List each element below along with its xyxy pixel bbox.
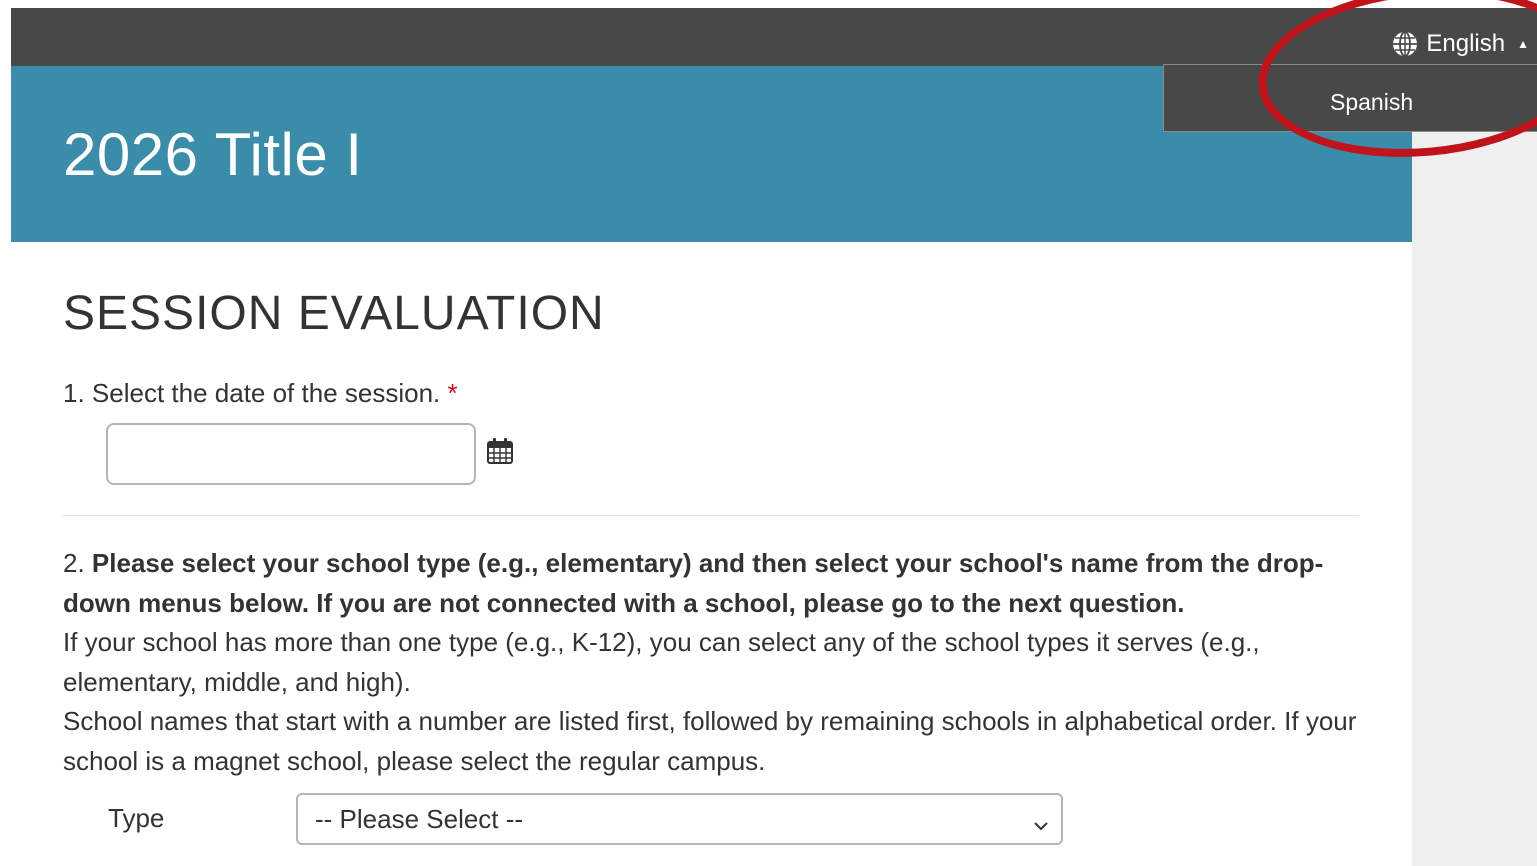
question-2-prompt: 2. Please select your school type (e.g.,… (63, 544, 1363, 623)
page-title: 2026 Title I (63, 121, 363, 188)
caret-up-icon: ▲ (1517, 37, 1529, 51)
school-type-select-value: -- Please Select -- (315, 803, 524, 834)
language-dropdown-menu: Spanish (1163, 64, 1537, 132)
globe-icon (1392, 31, 1418, 57)
language-selector[interactable]: English ▲ (1392, 28, 1529, 60)
required-marker: * (447, 378, 458, 408)
question-2-help-1: If your school has more than one type (e… (63, 627, 1260, 697)
left-gutter (0, 0, 11, 866)
chevron-down-icon (1033, 810, 1049, 841)
question-2: 2. Please select your school type (e.g.,… (63, 544, 1363, 781)
type-label: Type (108, 803, 165, 833)
page: English ▲ 2026 Title I Spanish SESSION E… (0, 0, 1537, 866)
question-1-label: 1. Select the date of the session. * (63, 378, 458, 409)
school-type-select[interactable]: -- Please Select -- (296, 793, 1063, 845)
question-1-number: 1. (63, 378, 85, 408)
question-1-text: Select the date of the session. (91, 378, 441, 408)
top-bar: English ▲ (11, 8, 1537, 66)
calendar-icon[interactable] (486, 437, 514, 465)
right-side-panel (1412, 66, 1537, 866)
language-current: English (1426, 30, 1506, 57)
section-title: SESSION EVALUATION (63, 287, 605, 340)
divider (63, 515, 1359, 516)
language-option-spanish[interactable]: Spanish (1330, 89, 1413, 116)
question-2-number: 2. (63, 548, 85, 578)
question-2-bold-text: Please select your school type (e.g., el… (63, 548, 1324, 618)
question-2-help-2: School names that start with a number ar… (63, 706, 1357, 776)
session-date-input[interactable] (106, 423, 476, 485)
